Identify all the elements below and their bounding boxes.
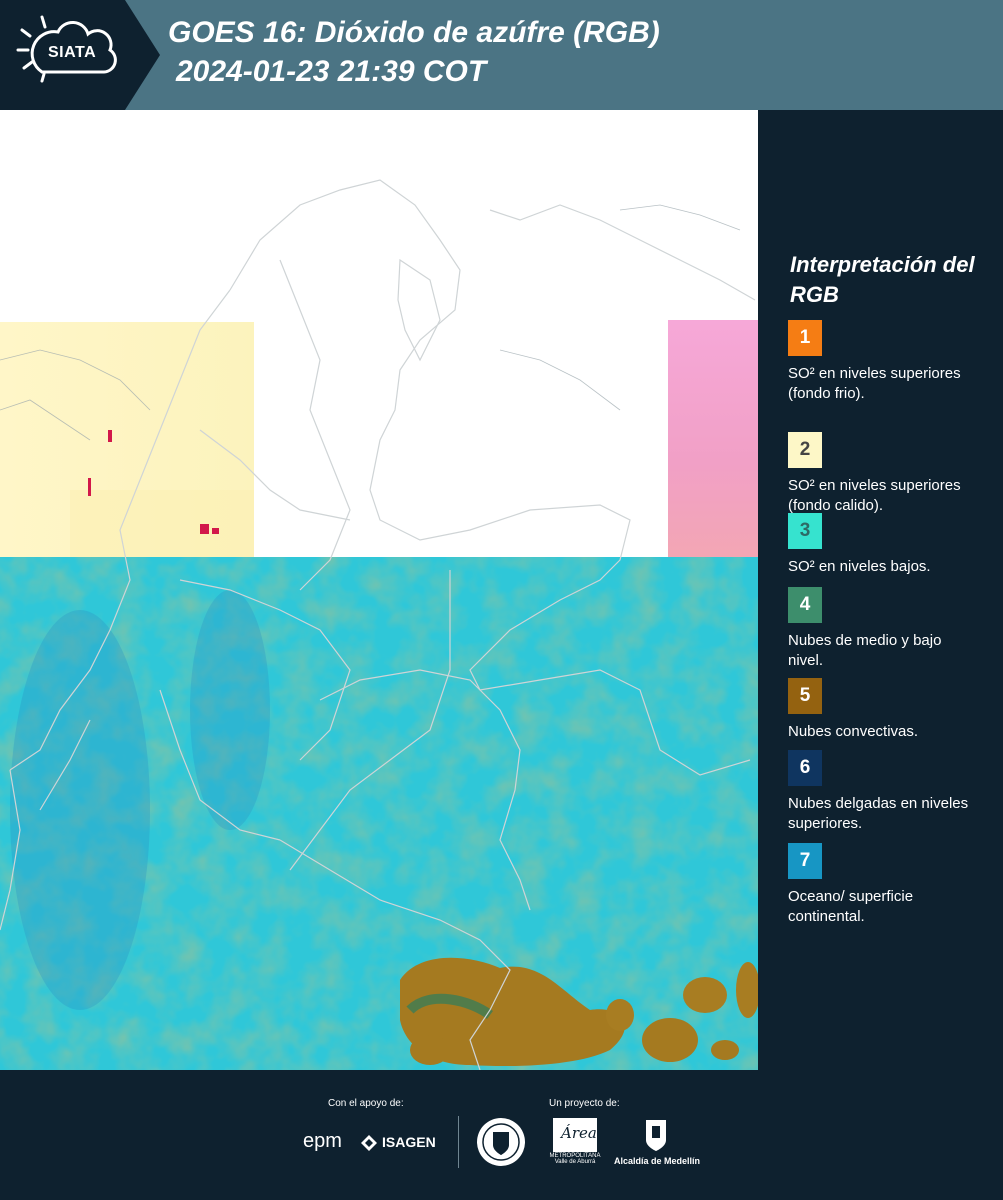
siata-logo[interactable]: SIATA [0, 0, 160, 110]
legend-item-7: 7 Oceano/ superficie continental. [788, 843, 988, 927]
footer: Con el apoyo de: Un proyecto de: epm ISA… [0, 1070, 1003, 1200]
area-logo-box: Área [553, 1118, 597, 1152]
isagen-icon [361, 1135, 377, 1151]
legend-swatch: 5 [788, 678, 822, 714]
legend-label: Nubes de medio y bajo nivel. [788, 632, 942, 669]
area-logo-text: Área [561, 1124, 597, 1142]
legend-label: Oceano/ superficie continental. [788, 888, 914, 925]
isagen-text: ISAGEN [382, 1134, 436, 1150]
alcaldia-logo[interactable]: Alcaldía de Medellín [612, 1118, 702, 1168]
legend-item-2: 2 SO² en niveles superiores (fondo calido… [788, 432, 988, 516]
area-metropolitana-logo[interactable]: Área METROPOLITANA Valle de Aburrá [549, 1118, 601, 1168]
epm-logo[interactable]: epm [303, 1130, 342, 1153]
support-caption: Con el apoyo de: [328, 1098, 404, 1109]
legend-item-3: 3 SO² en niveles bajos. [788, 513, 988, 577]
timestamp: 2024-01-23 21:39 COT [176, 55, 487, 88]
header-bar: SIATA GOES 16: Dióxido de azúfre (RGB) 2… [0, 0, 1003, 111]
page-title: GOES 16: Dióxido de azúfre (RGB) [168, 16, 660, 49]
legend-swatch: 7 [788, 843, 822, 879]
project-caption: Un proyecto de: [549, 1098, 620, 1109]
legend-panel: Interpretación del RGB 1 SO² en niveles s… [758, 110, 1003, 1070]
legend-swatch: 3 [788, 513, 822, 549]
alcaldia-text: Alcaldía de Medellín [613, 1156, 701, 1166]
legend-item-5: 5 Nubes convectivas. [788, 678, 988, 742]
legend-label: SO² en niveles superiores (fondo calido)… [788, 477, 961, 514]
area-logo-caption: METROPOLITANA Valle de Aburrá [549, 1153, 601, 1165]
satellite-map[interactable] [0, 110, 758, 1070]
map-image [0, 110, 758, 1070]
legend-swatch: 4 [788, 587, 822, 623]
legend-label: Nubes delgadas en niveles superiores. [788, 795, 969, 832]
legend-swatch: 6 [788, 750, 822, 786]
legend-swatch: 1 [788, 320, 822, 356]
medellin-seal-icon[interactable] [476, 1117, 526, 1167]
legend-swatch: 2 [788, 432, 822, 468]
legend-label: SO² en niveles bajos. [788, 558, 931, 575]
alcaldia-shield-icon [646, 1120, 666, 1151]
logo-text: SIATA [48, 44, 97, 61]
legend-label: SO² en niveles superiores (fondo frio). [788, 365, 961, 402]
legend-item-6: 6 Nubes delgadas en niveles superiores. [788, 750, 988, 834]
divider [458, 1116, 459, 1168]
legend-item-1: 1 SO² en niveles superiores (fondo frio). [788, 320, 988, 404]
legend-title: Interpretación del RGB [790, 252, 975, 307]
legend-label: Nubes convectivas. [788, 723, 919, 740]
legend-item-4: 4 Nubes de medio y bajo nivel. [788, 587, 988, 671]
